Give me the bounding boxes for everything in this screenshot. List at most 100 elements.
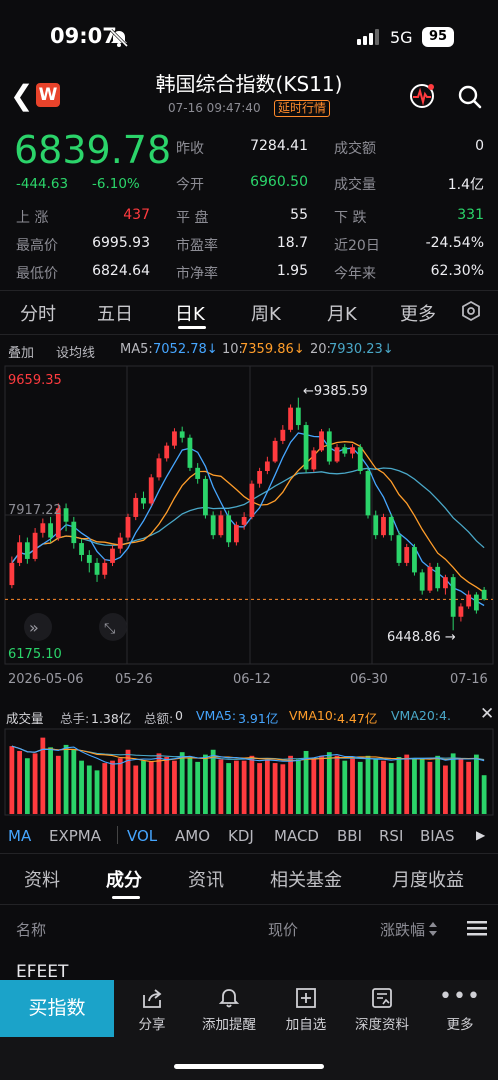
volume-bar xyxy=(264,759,270,814)
status-time: 09:07 xyxy=(50,24,117,48)
tab-intraday[interactable]: 分时 xyxy=(20,300,56,326)
add-watchlist-button[interactable]: 加自选 xyxy=(271,1013,341,1033)
menu-icon[interactable] xyxy=(466,919,488,937)
candle-up xyxy=(311,450,317,470)
tab-constituents[interactable]: 成分 xyxy=(106,866,142,892)
candle-up xyxy=(257,471,263,484)
indicator-expma[interactable]: EXPMA xyxy=(49,827,101,845)
candle-down xyxy=(63,508,69,522)
candle-up xyxy=(218,515,224,536)
candle-up xyxy=(148,477,154,504)
candle-up xyxy=(110,548,115,563)
share-button[interactable]: 分享 xyxy=(117,1013,187,1033)
ma20-value: 7930.23↓ xyxy=(329,342,394,357)
signal-icon xyxy=(357,29,379,45)
volume-bar xyxy=(17,750,23,814)
tab-profile[interactable]: 资料 xyxy=(24,866,60,892)
column-price[interactable]: 现价 xyxy=(268,919,298,940)
stat-value: -24.54% xyxy=(425,235,484,251)
volume-bar xyxy=(164,757,170,814)
volume-bar xyxy=(226,763,232,814)
volume-bar xyxy=(435,755,441,814)
tab-monthly-k[interactable]: 月K xyxy=(327,300,357,326)
indicator-amo[interactable]: AMO xyxy=(175,827,210,845)
volume-bar xyxy=(450,753,456,814)
tab-related-funds[interactable]: 相关基金 xyxy=(270,866,342,892)
active-tab-indicator xyxy=(112,896,140,899)
divider xyxy=(0,853,498,854)
volume-bar xyxy=(257,763,263,814)
candle-up xyxy=(249,483,255,517)
stat-value: 7284.41 xyxy=(250,138,308,154)
volume-bar xyxy=(319,755,324,814)
candle-up xyxy=(233,524,239,543)
more-button[interactable]: 更多 xyxy=(425,1013,495,1033)
volume-bar xyxy=(172,760,177,814)
volume-bar xyxy=(179,752,185,814)
search-icon[interactable] xyxy=(456,83,484,111)
indicator-ma[interactable]: MA xyxy=(8,827,31,845)
tab-weekly-k[interactable]: 周K xyxy=(251,300,281,326)
buy-index-button[interactable]: 买指数 xyxy=(0,980,114,1037)
tab-daily-k[interactable]: 日K xyxy=(175,300,205,326)
y-mid-label: 7917.22 xyxy=(8,503,62,518)
indicator-bbi[interactable]: BBI xyxy=(337,827,362,845)
volume-bar xyxy=(481,775,487,814)
x-label: 06-30 xyxy=(350,672,388,687)
tab-more[interactable]: 更多 xyxy=(400,300,436,326)
indicator-vol[interactable]: VOL xyxy=(127,827,157,845)
stat-label: 成交量 xyxy=(334,177,376,193)
candle-down xyxy=(481,589,487,600)
indicator-bias[interactable]: BIAS xyxy=(420,827,455,845)
bell-icon[interactable] xyxy=(218,987,240,1009)
volume-total: 1.38亿 xyxy=(91,711,132,726)
divider xyxy=(0,334,498,335)
candle-down xyxy=(187,437,193,468)
volume-bar xyxy=(195,761,201,814)
tab-monthly-returns[interactable]: 月度收益 xyxy=(392,866,464,892)
candlestick-chart[interactable]: 9659.35 7917.22 6175.10 ←9385.59 6448.86… xyxy=(0,362,498,668)
indicator-rsi[interactable]: RSI xyxy=(379,827,403,845)
settings-icon[interactable] xyxy=(460,300,482,322)
column-change[interactable]: 涨跌幅 xyxy=(380,919,425,940)
candle-down xyxy=(396,535,402,563)
volume-bar xyxy=(396,757,402,814)
sort-icon[interactable] xyxy=(428,921,438,937)
document-icon[interactable] xyxy=(371,987,393,1009)
volume-bar xyxy=(71,749,77,814)
vma20-label: VMA20: xyxy=(391,708,440,723)
volume-bar xyxy=(187,758,193,814)
candle-up xyxy=(102,562,108,575)
volume-bar xyxy=(303,750,309,814)
fullscreen-icon[interactable]: ⤡ xyxy=(99,613,127,641)
candle-up xyxy=(404,547,410,563)
indicator-more-icon[interactable]: ▶ xyxy=(476,828,485,842)
expand-left-icon[interactable]: » xyxy=(24,613,52,641)
volume-amount-label: 总额: xyxy=(144,711,174,726)
stat-value: 0 xyxy=(475,138,484,154)
overlay-button[interactable]: 叠加 xyxy=(8,342,34,361)
pulse-icon[interactable] xyxy=(408,82,436,110)
indicator-kdj[interactable]: KDJ xyxy=(228,827,254,845)
low-annotation: 6448.86 → xyxy=(387,630,456,645)
volume-bar xyxy=(141,760,146,814)
add-alert-button[interactable]: 添加提醒 xyxy=(194,1013,264,1033)
deep-data-button[interactable]: 深度资料 xyxy=(347,1013,417,1033)
candle-up xyxy=(164,445,170,459)
tab-news[interactable]: 资讯 xyxy=(188,866,224,892)
indicator-macd[interactable]: MACD xyxy=(274,827,319,845)
more-icon[interactable]: ••• xyxy=(425,984,495,1009)
volume-bar xyxy=(458,758,464,814)
candle-up xyxy=(125,516,131,538)
close-volume-icon[interactable]: ✕ xyxy=(480,704,494,724)
volume-bar xyxy=(311,758,317,814)
candle-down xyxy=(48,523,53,538)
plus-square-icon[interactable] xyxy=(295,987,317,1009)
set-ma-button[interactable]: 设均线 xyxy=(56,342,95,361)
list-item[interactable]: EFEET xyxy=(16,962,68,982)
tab-five-day[interactable]: 五日 xyxy=(97,300,133,326)
candle-up xyxy=(466,594,472,607)
candle-up xyxy=(381,516,386,536)
volume-total-label: 总手: xyxy=(60,711,90,726)
share-icon[interactable] xyxy=(141,987,163,1009)
